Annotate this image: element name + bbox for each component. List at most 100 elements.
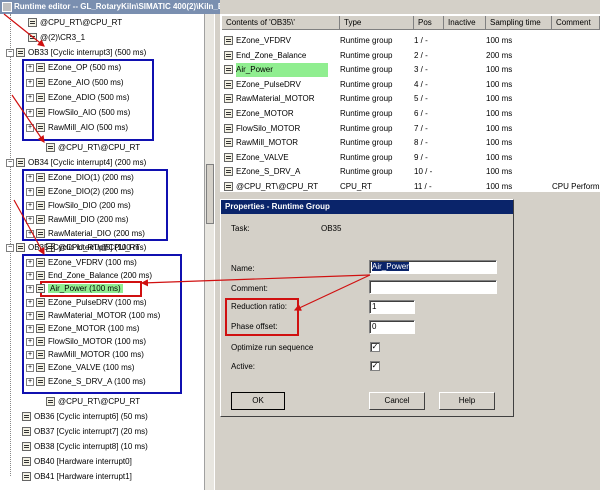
expand-icon[interactable]: +: [26, 377, 34, 386]
tree-item[interactable]: + FlowSilo_DIO (200 ms): [26, 200, 131, 212]
list-cell-name: @CPU_RT\@CPU_RT: [236, 182, 319, 191]
tree-item[interactable]: @CPU_RT\@CPU_RT: [46, 142, 140, 154]
collapse-icon[interactable]: −: [6, 243, 14, 252]
collapse-icon[interactable]: −: [6, 48, 14, 57]
tree-item[interactable]: + EZone_AIO (500 ms): [26, 77, 124, 89]
expand-icon[interactable]: +: [26, 311, 34, 320]
expand-icon[interactable]: +: [26, 63, 34, 72]
list-row[interactable]: RawMill_MOTOR Runtime group 8 / - 100 ms: [220, 136, 600, 150]
list-cell: 100 ms: [486, 36, 513, 45]
active-checkbox[interactable]: ✓: [370, 361, 380, 371]
expand-icon[interactable]: +: [26, 363, 34, 372]
list-row[interactable]: EZone_S_DRV_A Runtime group 10 / - 100 ms: [220, 165, 600, 179]
tree-item[interactable]: + RawMill_AIO (500 ms): [26, 122, 128, 134]
tree-item[interactable]: + EZone_VFDRV (100 ms): [26, 257, 137, 269]
collapse-icon[interactable]: −: [6, 158, 14, 167]
group-icon: [36, 215, 45, 225]
tree-item[interactable]: + RawMill_DIO (200 ms): [26, 214, 128, 226]
expand-icon[interactable]: +: [26, 284, 34, 293]
list-row[interactable]: @CPU_RT\@CPU_RT CPU_RT 11 / - 100 ms CPU Per…: [220, 180, 600, 194]
tree-pane[interactable]: @CPU_RT\@CPU_RT @(2)\CR3_1 − OB33 [Cyclic…: [0, 14, 214, 490]
scrollbar-thumb[interactable]: [206, 164, 214, 224]
tree-item[interactable]: + EZone_ADIO (500 ms): [26, 92, 129, 104]
list-cell: 9 / -: [414, 152, 428, 162]
tree-item[interactable]: + EZone_VALVE (100 ms): [26, 362, 134, 374]
expand-icon[interactable]: +: [26, 215, 34, 224]
expand-icon[interactable]: +: [26, 187, 34, 196]
list-cell: 100 ms: [486, 138, 513, 148]
expand-icon[interactable]: +: [26, 271, 34, 280]
list-cell-name: FlowSilo_MOTOR: [236, 123, 301, 133]
tree-ob33[interactable]: − OB33 [Cyclic interrupt3] (500 ms): [6, 47, 146, 59]
tree-item[interactable]: + RawMill_MOTOR (100 ms): [26, 349, 144, 361]
tree-ob35[interactable]: − OB35 [Cyclic interrupt5] (100 ms): [6, 242, 146, 254]
tree-ob41[interactable]: OB41 [Hardware interrupt1]: [22, 471, 132, 483]
expand-icon[interactable]: +: [26, 78, 34, 87]
group-icon: [36, 258, 45, 268]
tree-ob40[interactable]: OB40 [Hardware interrupt0]: [22, 456, 132, 468]
expand-icon[interactable]: +: [26, 324, 34, 333]
expand-icon[interactable]: +: [26, 173, 34, 182]
expand-icon[interactable]: +: [26, 108, 34, 117]
expand-icon[interactable]: +: [26, 350, 34, 359]
tree-ob37[interactable]: OB37 [Cyclic interrupt7] (20 ms): [22, 426, 148, 438]
cpu-icon: [28, 33, 37, 43]
list-row[interactable]: FlowSilo_MOTOR Runtime group 7 / - 100 ms: [220, 122, 600, 136]
list-row[interactable]: EZone_VFDRV Runtime group 1 / - 100 ms: [220, 34, 600, 48]
cpu-icon: [28, 18, 37, 28]
tree-item[interactable]: + FlowSilo_MOTOR (100 ms): [26, 336, 146, 348]
properties-dialog[interactable]: Properties - Runtime Group Task: OB35 Na…: [220, 199, 514, 417]
column-header-comment[interactable]: Comment: [552, 16, 600, 30]
tree-item[interactable]: + RawMaterial_DIO (200 ms): [26, 228, 145, 240]
list-row[interactable]: Air_Power Runtime group 3 / - 100 ms: [220, 63, 600, 78]
column-header-pos[interactable]: Pos: [414, 16, 444, 30]
tree-ob34[interactable]: − OB34 [Cyclic interrupt4] (200 ms): [6, 157, 146, 169]
expand-icon[interactable]: +: [26, 229, 34, 238]
tree-item-selected[interactable]: + Air_Power (100 ms): [26, 283, 123, 295]
tree-item[interactable]: + EZone_S_DRV_A (100 ms): [26, 376, 146, 388]
ok-button[interactable]: OK: [231, 392, 285, 410]
phase-offset-field[interactable]: 0: [369, 320, 415, 334]
expand-icon[interactable]: +: [26, 123, 34, 132]
tree-item[interactable]: + FlowSilo_AIO (500 ms): [26, 107, 130, 119]
column-header-inactive[interactable]: Inactive: [444, 16, 486, 30]
group-icon: [224, 50, 233, 60]
tree-item[interactable]: + EZone_DIO(1) (200 ms): [26, 172, 134, 184]
tree-item[interactable]: + EZone_OP (500 ms): [26, 62, 121, 74]
tree-ob36[interactable]: OB36 [Cyclic interrupt6] (50 ms): [22, 411, 148, 423]
tree-item[interactable]: @CPU_RT\@CPU_RT: [46, 396, 140, 408]
reduction-ratio-field[interactable]: 1: [369, 300, 415, 314]
optimize-checkbox[interactable]: ✓: [370, 342, 380, 352]
tree-scrollbar[interactable]: [204, 14, 214, 490]
tree-item[interactable]: + EZone_DIO(2) (200 ms): [26, 186, 134, 198]
expand-icon[interactable]: +: [26, 258, 34, 267]
column-header-type[interactable]: Type: [340, 16, 414, 30]
expand-icon[interactable]: +: [26, 201, 34, 210]
tree-item[interactable]: + EZone_PulseDRV (100 ms): [26, 297, 147, 309]
tree-item[interactable]: + EZone_MOTOR (100 ms): [26, 323, 139, 335]
expand-icon[interactable]: +: [26, 337, 34, 346]
list-row[interactable]: RawMaterial_MOTOR Runtime group 5 / - 100 m…: [220, 92, 600, 106]
list-row[interactable]: EZone_PulseDRV Runtime group 4 / - 100 ms: [220, 78, 600, 92]
column-header-sampling[interactable]: Sampling time: [486, 16, 552, 30]
tree-item[interactable]: + RawMaterial_MOTOR (100 ms): [26, 310, 160, 322]
contents-list[interactable]: Contents of 'OB35\' Type Pos Inactive Sa…: [220, 14, 600, 192]
name-field[interactable]: Air_Power: [369, 260, 497, 274]
list-cell: 11 / -: [414, 182, 432, 191]
ob-icon: [16, 243, 25, 253]
group-icon: [224, 182, 233, 191]
expand-icon[interactable]: +: [26, 298, 34, 307]
comment-field[interactable]: [369, 280, 497, 294]
list-row[interactable]: End_Zone_Balance Runtime group 2 / - 200 ms: [220, 49, 600, 63]
tree-item[interactable]: @(2)\CR3_1: [28, 32, 85, 44]
help-button[interactable]: Help: [439, 392, 495, 410]
tree-item[interactable]: @CPU_RT\@CPU_RT: [28, 17, 122, 29]
expand-icon[interactable]: +: [26, 93, 34, 102]
list-row[interactable]: EZone_VALVE Runtime group 9 / - 100 ms: [220, 151, 600, 165]
list-row[interactable]: EZone_MOTOR Runtime group 6 / - 100 ms: [220, 107, 600, 121]
tree-ob38[interactable]: OB38 [Cyclic interrupt8] (10 ms): [22, 441, 148, 453]
list-cell: Runtime group: [340, 65, 393, 75]
list-cell: 3 / -: [414, 65, 428, 75]
column-header-contents[interactable]: Contents of 'OB35\': [222, 16, 340, 30]
cancel-button[interactable]: Cancel: [369, 392, 425, 410]
